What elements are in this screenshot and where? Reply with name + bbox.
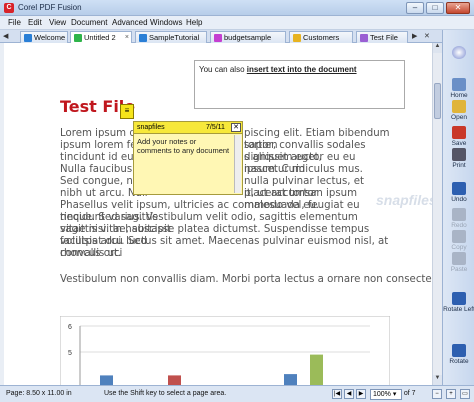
toolbar-label: Rotate	[449, 358, 469, 365]
tab-test-file[interactable]: Test File	[356, 31, 408, 43]
toolbar-label: Print	[452, 162, 466, 169]
inserted-text-box[interactable]: You can also insert text into the docume…	[194, 60, 405, 109]
tab-sampletutorial[interactable]: SampleTutorial	[135, 31, 207, 43]
tabs-close-icon[interactable]: ✕	[424, 32, 430, 40]
toolbar-label: Open	[451, 114, 467, 121]
globe-icon	[24, 34, 32, 42]
toolbar-rotate-button[interactable]: Rotate	[443, 344, 474, 365]
toolbar-paste-button[interactable]: Paste	[443, 252, 474, 273]
toolbar-label: Paste	[450, 266, 468, 273]
toolbar-rotate-left-button[interactable]: Rotate Left	[443, 292, 474, 313]
save-icon	[452, 126, 466, 139]
print-icon	[452, 148, 466, 161]
toolbar-label: Copy	[451, 244, 467, 251]
body-line: it, ut accumsan ipsum malesuada eu.	[244, 188, 358, 212]
menu-windows[interactable]: Windows	[150, 18, 182, 27]
scroll-thumb[interactable]	[434, 83, 441, 119]
tab-welcome[interactable]: Welcome	[20, 31, 68, 43]
menu-edit[interactable]: Edit	[28, 18, 42, 27]
toolbar-undo-button[interactable]: Undo	[443, 182, 474, 203]
menu-view[interactable]: View	[49, 18, 66, 27]
maximize-button[interactable]: □	[426, 2, 444, 14]
toolbar-home-button[interactable]: Home	[443, 78, 474, 99]
zoom-out-icon[interactable]: −	[432, 389, 442, 399]
toolbar-copy-button[interactable]: Copy	[443, 230, 474, 251]
vertical-scrollbar[interactable]: ▲ ▼	[432, 43, 442, 385]
app-logo-icon: C	[4, 3, 14, 13]
sphere-icon[interactable]	[443, 46, 474, 60]
copy-icon	[452, 230, 466, 243]
toolbar-print-button[interactable]: Print	[443, 148, 474, 169]
zoom-select[interactable]: 100% ▾	[370, 389, 402, 400]
menu-file[interactable]: File	[8, 18, 21, 27]
chart-bar	[310, 354, 323, 388]
body-line: convallis ut.	[60, 248, 122, 259]
toolbar-open-button[interactable]: Open	[443, 100, 474, 121]
sticky-note-popup[interactable]: snapfiles 7/5/11 ✕ Add your notes or com…	[133, 121, 243, 195]
rotate-left-icon	[452, 292, 466, 305]
toolbar-label: Rotate Left	[443, 306, 474, 313]
scroll-up-icon[interactable]: ▲	[433, 43, 442, 53]
y-tick-label: 5	[68, 350, 72, 357]
sticky-note-icon[interactable]: ≡	[120, 104, 134, 119]
document-tabs: ◀ Welcome Untitled 2 × SampleTutorial bu…	[0, 30, 474, 44]
menu-help[interactable]: Help	[186, 18, 202, 27]
paste-icon	[452, 252, 466, 265]
tabs-scroll-left-icon[interactable]: ◀	[3, 32, 8, 40]
zoom-in-icon[interactable]: +	[446, 389, 456, 399]
redo-icon	[452, 208, 466, 221]
page-size: Page: 8.50 x 11.00 in	[6, 390, 72, 397]
note-header: snapfiles 7/5/11 ✕	[134, 122, 242, 134]
watermark-text: snapfiles	[376, 192, 437, 208]
tab-budgetsample[interactable]: budgetsample	[210, 31, 286, 43]
scroll-down-icon[interactable]: ▼	[433, 375, 442, 385]
insert-text-link[interactable]: insert text into the document	[247, 65, 357, 74]
note-author: snapfiles	[137, 124, 165, 131]
title-bar: C Corel PDF Fusion – □ ✕	[0, 0, 474, 16]
toolbar-redo-button[interactable]: Redo	[443, 208, 474, 229]
y-tick-label: 6	[68, 324, 72, 331]
document-icon	[139, 34, 147, 42]
folder-icon	[293, 34, 301, 42]
status-bar: Page: 8.50 x 11.00 in Use the Shift key …	[0, 385, 474, 402]
body-line: nascetur ridiculus mus.	[244, 164, 363, 175]
menu-advanced[interactable]: Advanced	[112, 18, 148, 27]
home-icon	[452, 78, 466, 91]
tab-customers[interactable]: Customers	[289, 31, 353, 43]
next-page-icon[interactable]: ▶	[356, 389, 366, 399]
toolbar-label: Redo	[451, 222, 467, 229]
close-button[interactable]: ✕	[446, 2, 470, 14]
first-page-icon[interactable]: |◀	[332, 389, 342, 399]
open-icon	[452, 100, 466, 113]
document-icon	[360, 34, 368, 42]
toolbar-label: Undo	[451, 196, 467, 203]
page-left-edge	[0, 43, 4, 385]
minimize-button[interactable]: –	[406, 2, 424, 14]
body-line: Nulla faucibus b	[60, 164, 142, 175]
note-date: 7/5/11	[206, 124, 225, 131]
status-hint: Use the Shift key to select a page area.	[104, 390, 227, 397]
undo-icon	[452, 182, 466, 195]
tabs-scroll-right-icon[interactable]: ▶	[412, 32, 417, 40]
toolbar-label: Save	[451, 140, 467, 147]
note-scrollbar[interactable]	[234, 135, 241, 193]
rotate-icon	[452, 344, 466, 357]
body-line: tincidunt id eu	[60, 152, 134, 163]
toolbar-save-button[interactable]: Save	[443, 126, 474, 147]
menu-bar: File Edit View Document Advanced Windows…	[0, 16, 474, 30]
prev-page-icon[interactable]: ◀	[344, 389, 354, 399]
right-toolbar: Home Open Save Print Undo Redo Copy Paste Rotate…	[442, 30, 474, 385]
document-icon	[74, 34, 82, 42]
menu-document[interactable]: Document	[71, 18, 107, 27]
body-line: Vestibulum non convallis diam. Morbi por…	[60, 274, 447, 285]
note-close-icon[interactable]: ✕	[231, 123, 241, 132]
toolbar-label: Home	[450, 92, 468, 99]
note-text[interactable]: Add your notes or comments to any docume…	[137, 137, 232, 155]
tab-close-icon[interactable]: ×	[125, 32, 129, 43]
embedded-chart: 6 5	[60, 316, 390, 388]
fit-page-icon[interactable]: ▭	[460, 389, 470, 399]
document-icon	[214, 34, 222, 42]
window-title: Corel PDF Fusion	[18, 3, 82, 12]
